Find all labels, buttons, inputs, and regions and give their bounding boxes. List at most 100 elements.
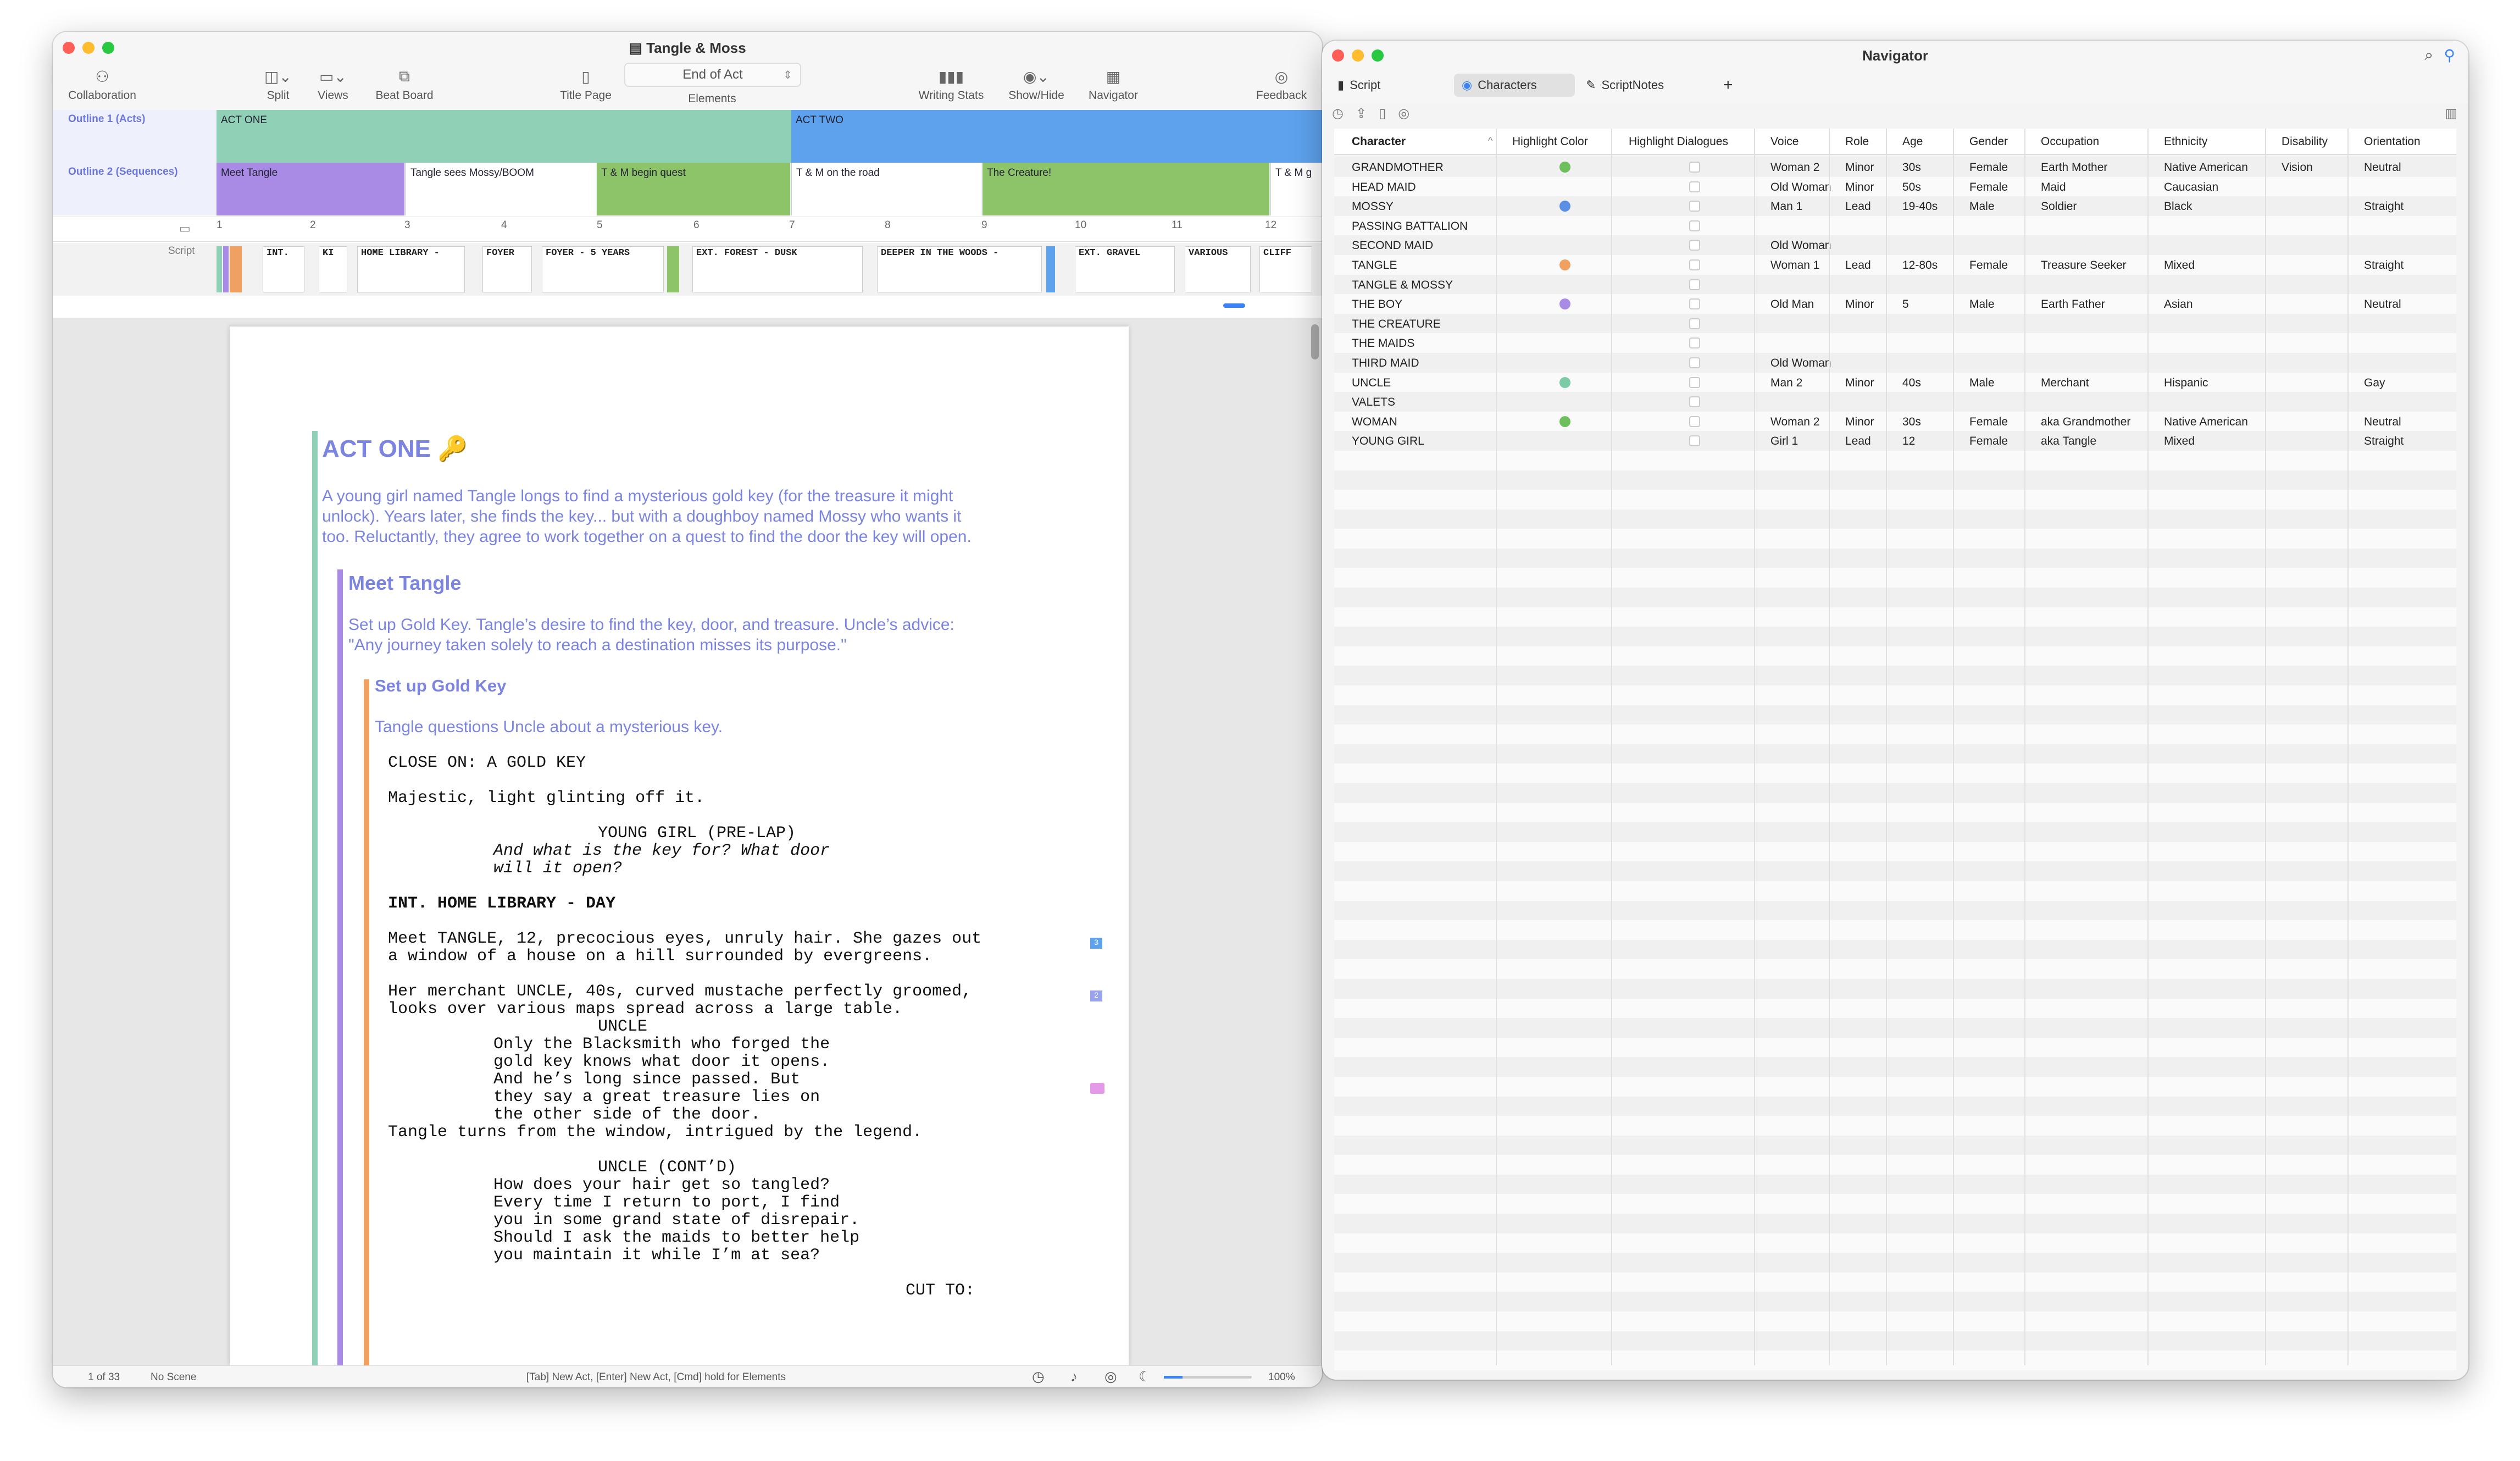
- target-icon[interactable]: ◎: [1104, 1368, 1117, 1385]
- timeline-zoom-slider[interactable]: [1223, 303, 1245, 308]
- sequence-block[interactable]: Tangle sees Mossy/BOOM: [406, 163, 596, 215]
- act-title[interactable]: ACT ONE 🔑: [322, 434, 468, 463]
- character-row[interactable]: SECOND MAID Old Woman: [1334, 235, 2456, 255]
- search-icon[interactable]: ⌕: [2424, 46, 2433, 64]
- column-header[interactable]: Role: [1845, 135, 1869, 148]
- act-two-block[interactable]: ACT TWO: [791, 110, 1322, 163]
- highlight-dialogues-checkbox[interactable]: [1689, 240, 1700, 251]
- note-badge[interactable]: 2: [1090, 990, 1102, 1001]
- character-row[interactable]: HEAD MAID Old Woman Minor 50s Female Maid Cauc…: [1334, 176, 2456, 197]
- add-tab-button[interactable]: +: [1716, 74, 1743, 97]
- highlight-dialogues-checkbox[interactable]: [1689, 162, 1700, 173]
- character-row[interactable]: THE BOY Old Man Minor 5 Male Earth Father Asia…: [1334, 294, 2456, 314]
- character-row[interactable]: UNCLE Man 2 Minor 40s Male Merchant Hispanic Ga…: [1334, 372, 2456, 392]
- scrollbar[interactable]: [1311, 324, 1319, 359]
- highlight-dialogues-checkbox[interactable]: [1689, 337, 1700, 349]
- sequence-block[interactable]: T & M g: [1270, 163, 1322, 215]
- character-row[interactable]: WOMAN Woman 2 Minor 30s Female aka Grandmothe…: [1334, 411, 2456, 431]
- dialogue[interactable]: How does your hair get so tangled? Every…: [493, 1176, 859, 1264]
- writing-stats-button[interactable]: ▮▮▮ Writing Stats: [910, 65, 992, 102]
- navigator-button[interactable]: ▦ Navigator: [1080, 65, 1146, 102]
- highlight-color-swatch[interactable]: [1559, 298, 1570, 310]
- sequence-summary[interactable]: Set up Gold Key. Tangle’s desire to find…: [348, 615, 954, 655]
- note-badge[interactable]: 3: [1090, 938, 1102, 949]
- action-line[interactable]: Her merchant UNCLE, 40s, curved mustache…: [388, 983, 972, 1018]
- comment-icon[interactable]: ▭: [179, 222, 191, 236]
- highlight-dialogues-checkbox[interactable]: [1689, 357, 1700, 368]
- scene-title[interactable]: Set up Gold Key: [375, 676, 506, 696]
- highlight-color-swatch[interactable]: [1559, 377, 1570, 388]
- column-header[interactable]: Gender: [1969, 135, 2008, 148]
- bookmark-icon[interactable]: ▯: [1379, 106, 1386, 125]
- title-page-button[interactable]: ▯ Title Page: [547, 65, 624, 102]
- column-header[interactable]: Highlight Color: [1512, 135, 1588, 148]
- column-header[interactable]: Ethnicity: [2164, 135, 2207, 148]
- highlight-color-swatch[interactable]: [1559, 162, 1570, 173]
- timer-icon[interactable]: ◷: [1032, 1368, 1045, 1385]
- character-row[interactable]: YOUNG GIRL Girl 1 Lead 12 Female aka Tangle Mi…: [1334, 431, 2456, 451]
- highlight-color-swatch[interactable]: [1559, 259, 1570, 270]
- share-icon[interactable]: ⇪: [1356, 106, 1367, 125]
- sequence-title[interactable]: Meet Tangle: [348, 572, 461, 595]
- show-hide-button[interactable]: ◉⌄ Show/Hide: [998, 65, 1075, 102]
- highlight-dialogues-checkbox[interactable]: [1689, 181, 1700, 192]
- columns-icon[interactable]: ▥: [2445, 106, 2457, 121]
- scene-heading[interactable]: INT. HOME LIBRARY - DAY: [388, 895, 615, 912]
- act-summary[interactable]: A young girl named Tangle longs to find …: [322, 486, 972, 547]
- scene-card[interactable]: FOYER - 5 YEARS: [542, 246, 664, 292]
- highlight-dialogues-checkbox[interactable]: [1689, 318, 1700, 329]
- column-header[interactable]: Highlight Dialogues: [1629, 135, 1728, 148]
- comment-icon[interactable]: [1090, 1083, 1104, 1094]
- feedback-button[interactable]: ◎ Feedback: [1248, 65, 1314, 102]
- sequence-block[interactable]: T & M begin quest: [597, 163, 790, 215]
- scene-card[interactable]: KI: [319, 246, 347, 292]
- history-icon[interactable]: ◷: [1332, 106, 1344, 125]
- character-row[interactable]: THE MAIDS: [1334, 333, 2456, 353]
- character-row[interactable]: TANGLE & MOSSY: [1334, 274, 2456, 295]
- character-row[interactable]: PASSING BATTALION: [1334, 215, 2456, 236]
- dark-mode-icon[interactable]: ☾: [1139, 1368, 1151, 1385]
- column-header[interactable]: Voice: [1770, 135, 1799, 148]
- tab-script[interactable]: ▮ Script: [1330, 74, 1451, 97]
- settings-icon[interactable]: ◎: [1398, 106, 1409, 125]
- character-cue[interactable]: UNCLE: [598, 1018, 647, 1036]
- character-cue[interactable]: YOUNG GIRL (PRE-LAP): [598, 824, 796, 842]
- column-header[interactable]: Orientation: [2364, 135, 2421, 148]
- character-row[interactable]: GRANDMOTHER Woman 2 Minor 30s Female Earth Mo…: [1334, 157, 2456, 177]
- highlight-dialogues-checkbox[interactable]: [1689, 416, 1700, 427]
- sequence-block[interactable]: T & M on the road: [791, 163, 981, 215]
- highlight-dialogues-checkbox[interactable]: [1689, 435, 1700, 447]
- highlight-dialogues-checkbox[interactable]: [1689, 298, 1700, 310]
- scene-card[interactable]: CLIFF: [1259, 246, 1312, 292]
- action-line[interactable]: Tangle turns from the window, intrigued …: [388, 1124, 922, 1141]
- scene-card[interactable]: DEEPER IN THE WOODS -: [877, 246, 1042, 292]
- character-row[interactable]: TANGLE Woman 1 Lead 12-80s Female Treasure Se…: [1334, 254, 2456, 275]
- views-button[interactable]: ▭⌄ Views: [306, 65, 360, 102]
- highlight-dialogues-checkbox[interactable]: [1689, 377, 1700, 388]
- sequence-block[interactable]: Meet Tangle: [217, 163, 404, 215]
- scene-card[interactable]: FOYER: [482, 246, 532, 292]
- highlight-dialogues-checkbox[interactable]: [1689, 201, 1700, 212]
- scene-card[interactable]: EXT. FOREST - DUSK: [692, 246, 863, 292]
- action-line[interactable]: Majestic, light glinting off it.: [388, 789, 704, 807]
- column-header[interactable]: Character: [1352, 135, 1406, 148]
- collaboration-button[interactable]: ⚇ Collaboration: [58, 65, 146, 102]
- highlight-dialogues-checkbox[interactable]: [1689, 259, 1700, 270]
- character-row[interactable]: MOSSY Man 1 Lead 19-40s Male Soldier Black Stra…: [1334, 196, 2456, 216]
- highlight-color-swatch[interactable]: [1559, 416, 1570, 427]
- sequence-block[interactable]: The Creature!: [983, 163, 1269, 215]
- highlight-dialogues-checkbox[interactable]: [1689, 220, 1700, 231]
- split-button[interactable]: ◫⌄ Split: [251, 65, 306, 102]
- scene-card[interactable]: VARIOUS: [1185, 246, 1251, 292]
- scene-card[interactable]: INT.: [263, 246, 304, 292]
- zoom-slider[interactable]: [1164, 1376, 1252, 1379]
- character-row[interactable]: VALETS: [1334, 392, 2456, 412]
- highlight-dialogues-checkbox[interactable]: [1689, 396, 1700, 408]
- tab-characters[interactable]: ◉ Characters: [1454, 74, 1575, 97]
- character-row[interactable]: THIRD MAID Old Woman: [1334, 352, 2456, 373]
- scene-summary[interactable]: Tangle questions Uncle about a mysteriou…: [375, 718, 723, 737]
- dialogue[interactable]: Only the Blacksmith who forged the gold …: [493, 1036, 830, 1124]
- sort-icon[interactable]: ^: [1488, 135, 1492, 147]
- beat-board-button[interactable]: ⧉ Beat Board: [366, 65, 443, 102]
- column-header[interactable]: Disability: [2282, 135, 2328, 148]
